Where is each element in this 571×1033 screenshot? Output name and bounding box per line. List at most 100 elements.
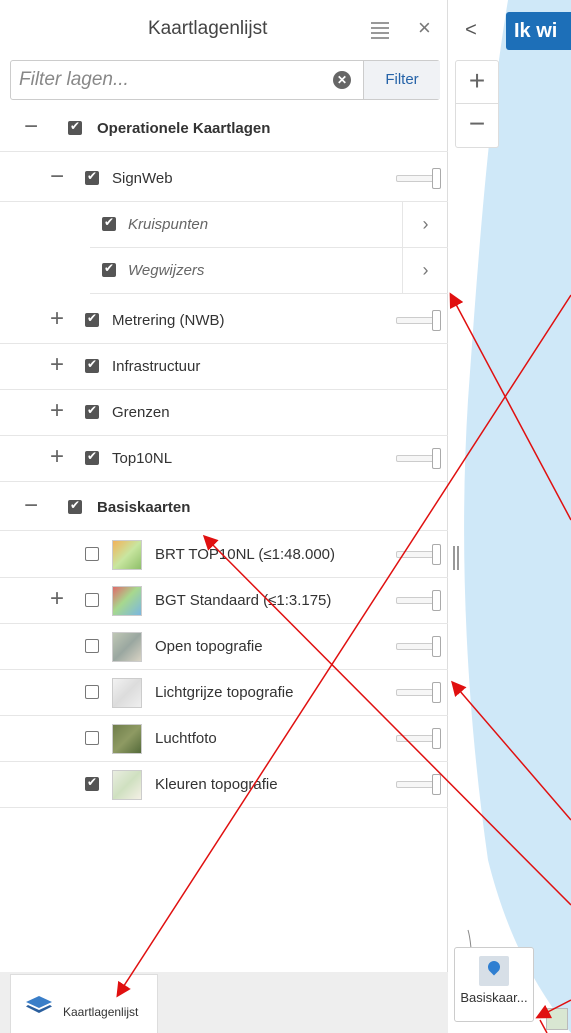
opacity-slider[interactable]: [396, 682, 441, 703]
opacity-slider[interactable]: [396, 544, 441, 565]
basemap-thumbnail[interactable]: [546, 1008, 568, 1030]
layer-label: Infrastructuur: [112, 358, 201, 375]
map-view[interactable]: [448, 0, 571, 1033]
zoom-out-button[interactable]: −: [456, 104, 498, 147]
slider-knob[interactable]: [432, 774, 441, 795]
layer-label: Operationele Kaartlagen: [97, 120, 271, 137]
layer-item-grenzen: + Grenzen: [0, 390, 448, 436]
chevron-right-icon[interactable]: ›: [402, 202, 448, 248]
clear-filter-icon[interactable]: ✕: [333, 71, 351, 89]
open-topografie-thumbnail: [112, 632, 142, 662]
basemap-toggle-button[interactable]: Basiskaar...: [454, 947, 534, 1022]
collapse-toggle-icon[interactable]: −: [24, 115, 38, 139]
layer-item-top10nl: + Top10NL: [0, 436, 448, 482]
collapse-panel-button[interactable]: <: [456, 16, 486, 46]
basemap-item-open-topografie: Open topografie: [0, 624, 448, 670]
tab-label: Kaartlagenlijst: [63, 1005, 139, 1019]
layer-label: Kleuren topografie: [155, 776, 278, 793]
layer-group-basiskaarten: − Basiskaarten: [0, 485, 448, 531]
layer-checkbox[interactable]: [85, 775, 99, 791]
map-pin-icon: [479, 956, 509, 986]
collapse-toggle-icon[interactable]: −: [50, 165, 64, 189]
layer-checkbox[interactable]: [85, 639, 99, 653]
slider-knob[interactable]: [432, 590, 441, 611]
layer-checkbox[interactable]: [85, 449, 99, 465]
layer-item-infrastructuur: + Infrastructuur: [0, 344, 448, 390]
layer-checkbox[interactable]: [85, 685, 99, 699]
layers-icon: [26, 996, 52, 1013]
expand-toggle-icon[interactable]: +: [50, 353, 64, 377]
layer-label: Luchtfoto: [155, 730, 217, 747]
sublayer-item-wegwijzers: Wegwijzers ›: [90, 248, 448, 294]
basemap-item-bgt: + BGT Standaard (≤1:3.175): [0, 578, 448, 624]
basemap-button-label: Basiskaar...: [460, 990, 528, 1005]
opacity-slider[interactable]: [396, 728, 441, 749]
layer-checkbox[interactable]: [85, 357, 99, 373]
brt-thumbnail: [112, 540, 142, 570]
opacity-slider[interactable]: [396, 636, 441, 657]
layer-label: Grenzen: [112, 404, 170, 421]
panel-title: Kaartlagenlijst: [148, 18, 268, 39]
layer-item-signweb: − SignWeb: [0, 156, 448, 202]
zoom-in-button[interactable]: +: [456, 61, 498, 104]
layer-checkbox[interactable]: [102, 215, 116, 231]
expand-toggle-icon[interactable]: +: [50, 399, 64, 423]
layer-checkbox[interactable]: [68, 119, 82, 135]
zoom-control: + −: [455, 60, 499, 148]
opacity-slider[interactable]: [396, 590, 441, 611]
layer-checkbox[interactable]: [68, 498, 82, 514]
collapse-toggle-icon[interactable]: −: [24, 494, 38, 518]
layer-checkbox[interactable]: [85, 547, 99, 561]
opacity-slider[interactable]: [396, 448, 441, 469]
map-land-shape: [448, 0, 571, 1033]
slider-knob[interactable]: [432, 544, 441, 565]
layer-label: Kruispunten: [128, 216, 209, 233]
opacity-slider[interactable]: [396, 168, 441, 189]
layer-checkbox[interactable]: [85, 311, 99, 327]
expand-toggle-icon[interactable]: +: [50, 587, 64, 611]
panel-resize-handle[interactable]: [453, 546, 459, 570]
layer-label: Basiskaarten: [97, 499, 191, 516]
layer-label: Open topografie: [155, 638, 263, 655]
filter-button[interactable]: Filter: [363, 61, 440, 99]
opacity-slider[interactable]: [396, 774, 441, 795]
layer-label: Top10NL: [112, 450, 173, 467]
slider-knob[interactable]: [432, 310, 441, 331]
layer-checkbox[interactable]: [102, 261, 116, 277]
slider-knob[interactable]: [432, 168, 441, 189]
slider-knob[interactable]: [432, 682, 441, 703]
layer-list-panel: Kaartlagenlijst × ✕ Filter − Operationel…: [0, 0, 448, 1033]
layer-checkbox[interactable]: [85, 169, 99, 185]
opacity-slider[interactable]: [396, 310, 441, 331]
basemap-item-lichtgrijze-topografie: Lichtgrijze topografie: [0, 670, 448, 716]
slider-knob[interactable]: [432, 636, 441, 657]
bgt-thumbnail: [112, 586, 142, 616]
slider-knob[interactable]: [432, 728, 441, 749]
chevron-right-icon[interactable]: ›: [402, 248, 448, 294]
layer-group-operational: − Operationele Kaartlagen: [0, 106, 448, 152]
layer-checkbox[interactable]: [85, 593, 99, 607]
slider-knob[interactable]: [432, 448, 441, 469]
layer-label: Lichtgrijze topografie: [155, 684, 294, 701]
layer-checkbox[interactable]: [85, 403, 99, 419]
expand-toggle-icon[interactable]: +: [50, 445, 64, 469]
map-banner[interactable]: Ik wi: [506, 12, 571, 50]
expand-toggle-icon[interactable]: +: [50, 307, 64, 331]
basemap-item-kleuren-topografie: Kleuren topografie: [0, 762, 448, 808]
layer-checkbox[interactable]: [85, 731, 99, 745]
basemap-item-brt: BRT TOP10NL (≤1:48.000): [0, 532, 448, 578]
luchtfoto-thumbnail: [112, 724, 142, 754]
filter-input[interactable]: [11, 61, 363, 99]
basemap-item-luchtfoto: Luchtfoto: [0, 716, 448, 762]
sublayer-item-kruispunten: Kruispunten ›: [90, 202, 448, 248]
layer-label: BRT TOP10NL (≤1:48.000): [155, 546, 335, 563]
panel-header: Kaartlagenlijst ×: [0, 0, 447, 58]
tab-kaartlagenlijst[interactable]: Kaartlagenlijst: [10, 974, 158, 1033]
kleuren-thumbnail: [112, 770, 142, 800]
panel-footer: Kaartlagenlijst: [0, 972, 448, 1033]
layer-label: BGT Standaard (≤1:3.175): [155, 592, 332, 609]
filter-bar: ✕ Filter: [10, 60, 440, 100]
close-icon[interactable]: ×: [418, 15, 431, 41]
lichtgrijze-thumbnail: [112, 678, 142, 708]
menu-icon[interactable]: [371, 22, 389, 39]
